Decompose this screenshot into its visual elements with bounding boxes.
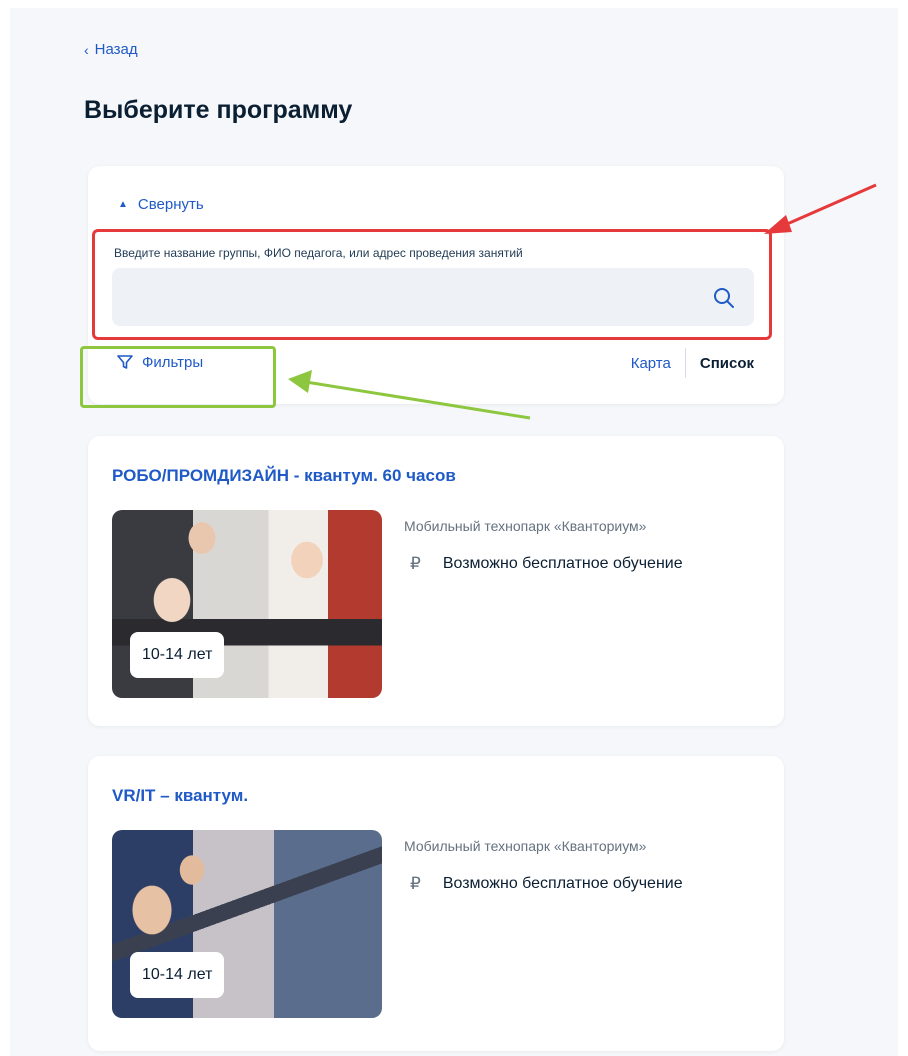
collapse-button[interactable]: ▲ Свернуть xyxy=(118,196,204,213)
search-field-label: Введите название группы, ФИО педагога, и… xyxy=(114,246,523,260)
search-field xyxy=(112,268,754,326)
back-link[interactable]: ‹ Назад xyxy=(84,41,138,58)
program-card[interactable]: VR/IT – квантум. 10-14 лет Мобильный тех… xyxy=(88,756,784,1051)
program-photo: 10-14 лет xyxy=(112,510,382,698)
program-feature-label: Возможно бесплатное обучение xyxy=(442,555,683,572)
filter-icon xyxy=(117,355,133,369)
age-badge: 10-14 лет xyxy=(130,632,225,678)
filters-label: Фильтры xyxy=(142,353,204,371)
view-switch: Карта Список xyxy=(631,348,754,378)
program-feature: ₽ Возможно бесплатное обучение xyxy=(410,874,683,894)
program-card[interactable]: РОБО/ПРОМДИЗАЙН - квантум. 60 часов 10-1… xyxy=(88,436,784,726)
search-panel: ▲ Свернуть Введите название группы, ФИО … xyxy=(88,166,784,404)
program-title[interactable]: VR/IT – квантум. xyxy=(112,786,248,806)
chevron-up-icon: ▲ xyxy=(118,199,128,210)
program-feature-label: Возможно бесплатное обучение xyxy=(442,875,683,892)
view-list-tab[interactable]: Список xyxy=(686,355,754,372)
age-badge: 10-14 лет xyxy=(130,952,225,998)
ruble-icon: ₽ xyxy=(410,874,421,893)
back-link-label: Назад xyxy=(94,41,138,58)
ruble-icon: ₽ xyxy=(410,554,421,573)
collapse-label: Свернуть xyxy=(137,196,204,213)
program-title[interactable]: РОБО/ПРОМДИЗАЙН - квантум. 60 часов xyxy=(112,466,456,486)
program-provider: Мобильный технопарк «Кванториум» xyxy=(404,518,647,534)
search-icon[interactable] xyxy=(712,286,736,310)
program-provider: Мобильный технопарк «Кванториум» xyxy=(404,838,647,854)
view-map-tab[interactable]: Карта xyxy=(631,355,685,372)
chevron-left-icon: ‹ xyxy=(84,41,89,58)
page-title: Выберите программу xyxy=(84,96,353,124)
filters-button[interactable]: Фильтры xyxy=(116,353,203,371)
search-input[interactable] xyxy=(112,268,692,326)
program-feature: ₽ Возможно бесплатное обучение xyxy=(410,554,683,574)
program-photo: 10-14 лет xyxy=(112,830,382,1018)
